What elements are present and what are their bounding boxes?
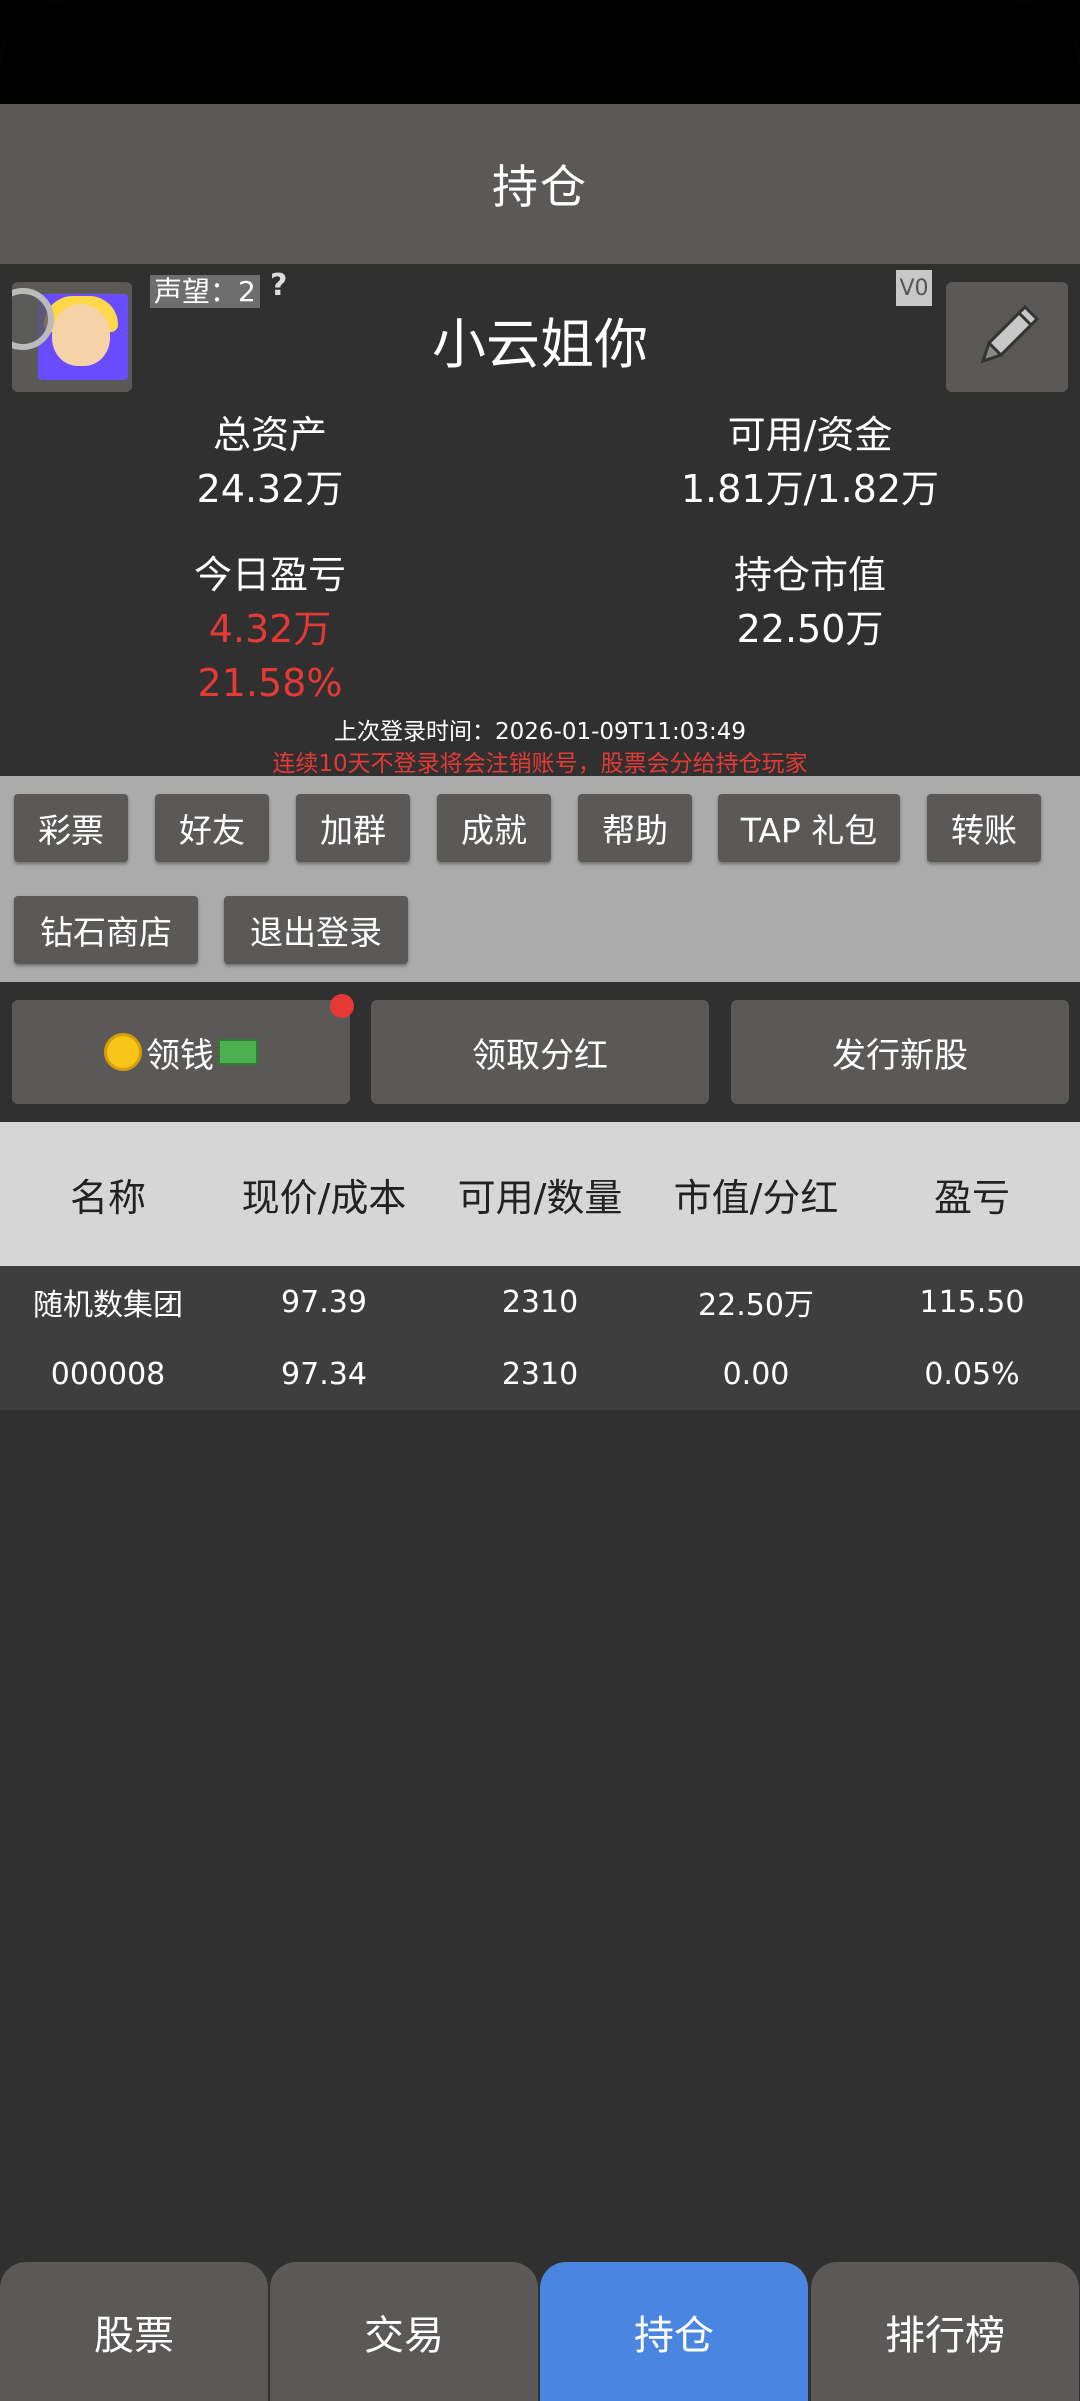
collect-money-label: 领钱: [146, 1035, 214, 1076]
column-header-name: 名称: [69, 1175, 146, 1220]
today-pnl: 今日盈亏 4.32万 21.58%: [20, 548, 520, 710]
transfer-button[interactable]: 转账: [927, 794, 1041, 862]
cell-market-value: 22.50万: [698, 1288, 814, 1323]
username: 小云姐你: [432, 313, 648, 376]
holdings-table-header: 名称 现价/成本 可用/数量 市值/分红 盈亏: [0, 1122, 1080, 1266]
tab-holdings[interactable]: 持仓: [540, 2262, 808, 2401]
header: 持仓: [0, 104, 1080, 264]
today-pnl-label: 今日盈亏: [193, 553, 346, 597]
coin-icon: [104, 1033, 142, 1071]
tap-gift-button[interactable]: TAP 礼包: [718, 794, 900, 862]
position-value-value: 22.50万: [736, 607, 884, 651]
achievements-button[interactable]: 成就: [437, 794, 551, 862]
total-assets-label: 总资产: [212, 413, 327, 457]
friends-button[interactable]: 好友: [155, 794, 269, 862]
holdings-table-body[interactable]: 随机数集团 97.39 2310 22.50万 115.50 000008 97…: [0, 1266, 1080, 1410]
cell-price: 97.39: [281, 1284, 367, 1320]
cell-available: 2310: [501, 1356, 579, 1392]
collect-dividend-button[interactable]: 领取分红: [371, 1000, 709, 1104]
cell-dividend: 0.00: [722, 1356, 790, 1392]
cell-quantity: 2310: [501, 1284, 579, 1320]
total-assets-value: 24.32万: [196, 467, 344, 511]
page-title: 持仓: [492, 160, 588, 214]
issue-stock-button[interactable]: 发行新股: [731, 1000, 1069, 1104]
cell-name: 随机数集团: [33, 1288, 183, 1323]
menu-grid: 彩票 好友 加群 成就 帮助 TAP 礼包 转账 钻石商店 退出登录: [0, 776, 1080, 982]
lottery-button[interactable]: 彩票: [14, 794, 128, 862]
column-header-market-value: 市值/分红: [673, 1175, 839, 1220]
column-header-price: 现价/成本: [241, 1175, 407, 1220]
cell-cost: 97.34: [281, 1356, 367, 1392]
table-row[interactable]: 随机数集团 97.39 2310 22.50万 115.50: [0, 1266, 1080, 1338]
cell-pnl: 115.50: [919, 1284, 1025, 1320]
money-bill-icon: [218, 1039, 258, 1065]
cell-pnl-percent: 0.05%: [924, 1356, 1020, 1392]
table-row[interactable]: 000008 97.34 2310 0.00 0.05%: [0, 1338, 1080, 1410]
login-warning: 连续10天不登录将会注销账号，股票会分给持仓玩家: [272, 751, 808, 777]
today-pnl-percent: 21.58%: [197, 661, 343, 705]
cell-code: 000008: [50, 1356, 166, 1392]
position-value: 持仓市值 22.50万: [560, 548, 1060, 656]
join-group-button[interactable]: 加群: [296, 794, 410, 862]
app-screen: 持仓 声望：2 ? V0 小云姐你 总资产 24.32万 可用/资金 1.81万…: [0, 0, 1080, 2401]
tab-leaderboard[interactable]: 排行榜: [811, 2262, 1079, 2401]
help-icon[interactable]: ?: [270, 268, 287, 303]
available-funds-value: 1.81万/1.82万: [680, 467, 940, 511]
column-header-quantity: 可用/数量: [457, 1175, 623, 1220]
status-bar: [0, 0, 1080, 104]
column-header-pnl: 盈亏: [933, 1175, 1010, 1220]
logout-button[interactable]: 退出登录: [224, 896, 408, 964]
today-pnl-value: 4.32万: [208, 607, 332, 651]
available-funds-label: 可用/资金: [727, 413, 893, 457]
collect-money-button[interactable]: 领钱: [12, 1000, 350, 1104]
tab-stocks[interactable]: 股票: [0, 2262, 268, 2401]
tab-trade[interactable]: 交易: [270, 2262, 538, 2401]
position-value-label: 持仓市值: [733, 553, 886, 597]
bottom-nav: 股票 交易 持仓 排行榜: [0, 2262, 1080, 2401]
diamond-shop-button[interactable]: 钻石商店: [14, 896, 198, 964]
last-login-time: 上次登录时间：2026-01-09T11:03:49: [333, 719, 746, 745]
total-assets: 总资产 24.32万: [20, 408, 520, 516]
available-funds: 可用/资金 1.81万/1.82万: [560, 408, 1060, 516]
help-button[interactable]: 帮助: [578, 794, 692, 862]
notification-dot: [330, 994, 354, 1018]
